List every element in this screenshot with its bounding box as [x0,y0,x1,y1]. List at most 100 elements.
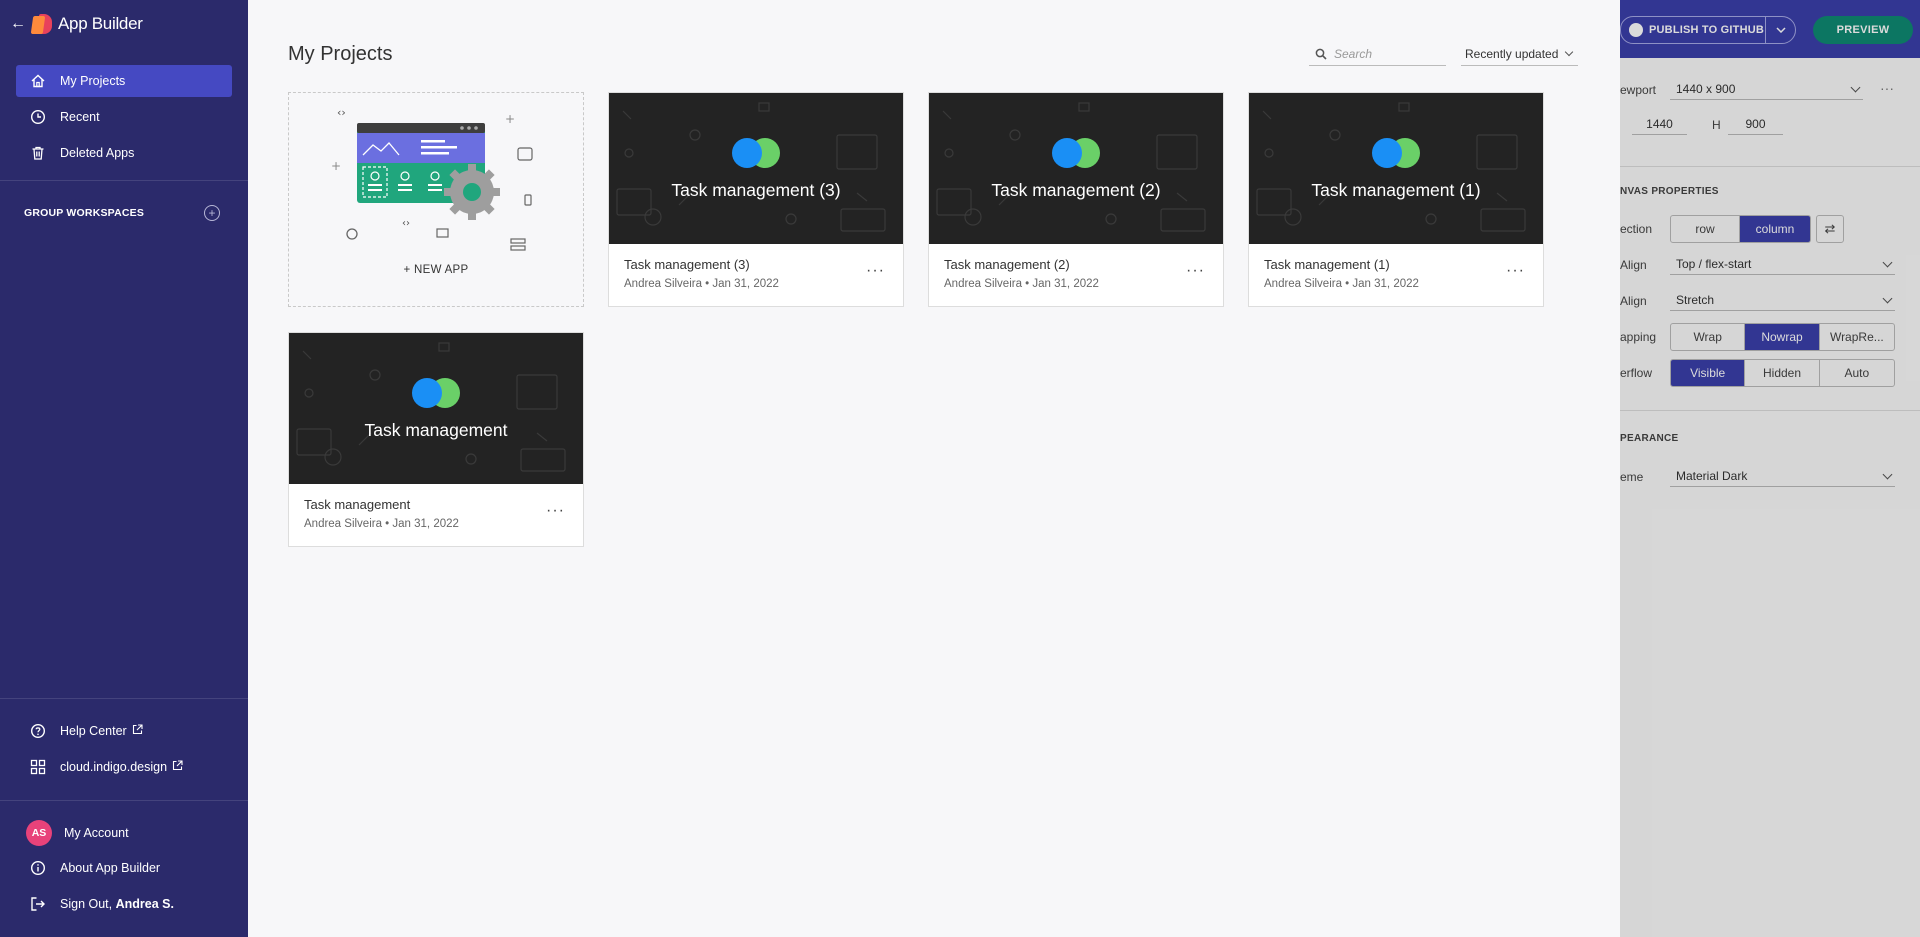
project-card[interactable]: Task management (2) Task management (2) … [928,92,1224,307]
more-options-icon[interactable]: ··· [1186,263,1205,279]
more-options-icon[interactable]: ··· [546,503,565,519]
publish-to-github-button[interactable]: PUBLISH TO GITHUB [1620,16,1796,44]
canvas-properties-title: NVAS PROPERTIES [1620,186,1719,197]
project-card[interactable]: Task management (3) Task management (3) … [608,92,904,307]
github-icon [1629,23,1643,37]
overflow-label: erflow [1620,366,1653,380]
svg-text:‹›: ‹› [402,218,410,229]
sort-select[interactable]: Recently updated [1461,42,1578,66]
height-label: H [1712,118,1721,132]
project-logo [1372,138,1422,168]
direction-toggle: row column [1670,215,1811,243]
brand: ← App Builder [10,12,143,36]
overflow-hidden-option[interactable]: Hidden [1745,360,1820,386]
help-center-label: Help Center [60,724,127,738]
app-title: App Builder [58,14,143,33]
project-card[interactable]: Task management Task management Andrea S… [288,332,584,547]
overflow-toggle: Visible Hidden Auto [1670,359,1895,387]
grid-icon [30,759,46,775]
chevron-down-icon [1564,47,1574,57]
svg-text:+: + [331,159,341,173]
swap-direction-button[interactable]: ⇄ [1816,215,1844,243]
viewport-select[interactable]: 1440 x 900 [1670,78,1863,100]
new-app-card[interactable]: ‹› + + ‹› + NEW APP [288,92,584,307]
project-name: Task management [304,497,411,512]
sign-out-link[interactable]: Sign Out, Andrea S. [16,888,232,920]
direction-column-option[interactable]: column [1740,216,1810,242]
search-placeholder: Search [1334,46,1373,61]
viewport-label: ewport [1620,83,1657,97]
sign-out-label: Sign Out, Andrea S. [60,897,174,911]
align-select-2[interactable]: Stretch [1670,289,1895,311]
thumbnail-title: Task management [364,420,508,440]
nav-my-projects[interactable]: My Projects [16,65,232,97]
new-app-label: + NEW APP [403,264,469,276]
sign-out-icon [30,896,46,912]
project-meta: Andrea Silveira • Jan 31, 2022 [944,278,1099,290]
back-arrow-icon[interactable]: ← [10,15,26,33]
help-icon [30,723,46,739]
group-workspaces-heading: GROUP WORKSPACES [24,207,145,219]
more-options-icon[interactable]: ··· [866,263,885,279]
panel-topbar: PUBLISH TO GITHUB PREVIEW [1620,0,1920,58]
preview-button[interactable]: PREVIEW [1813,16,1913,44]
appearance-title: PEARANCE [1620,433,1679,444]
project-card[interactable]: Task management (1) Task management (1) … [1248,92,1544,307]
info-icon [30,860,46,876]
theme-select[interactable]: Material Dark [1670,465,1895,487]
help-center-link[interactable]: Help Center [16,715,232,747]
cloud-indigo-link[interactable]: cloud.indigo.design [16,751,232,783]
thumbnail-title: Task management (2) [991,180,1161,200]
avatar: AS [26,820,52,846]
thumbnail-pattern [296,342,566,472]
project-name: Task management (3) [624,257,750,272]
thumbnail-title: Task management (1) [1311,180,1481,200]
home-icon [30,73,46,89]
page-title: My Projects [288,43,393,65]
project-thumbnail: Task management [289,333,583,484]
project-logo [1052,138,1102,168]
nav-label: Recent [60,110,100,124]
about-app-builder-link[interactable]: About App Builder [16,852,232,884]
project-meta: Andrea Silveira • Jan 31, 2022 [304,518,459,530]
search-icon [1315,48,1327,60]
nav-label: Deleted Apps [60,146,135,160]
wrapping-label: apping [1620,330,1657,344]
nowrap-option[interactable]: Nowrap [1745,324,1820,350]
nav-label: My Projects [60,74,126,88]
project-logo [412,378,462,408]
project-meta: Andrea Silveira • Jan 31, 2022 [624,278,779,290]
project-thumbnail: Task management (2) [929,93,1223,244]
viewport-more-icon[interactable]: ··· [1880,80,1894,96]
viewport-value: 1440 x 900 [1676,81,1736,96]
more-options-icon[interactable]: ··· [1506,263,1525,279]
height-input[interactable]: 900 [1728,113,1783,135]
thumbnail-pattern [616,102,886,232]
theme-label: eme [1620,470,1644,484]
svg-text:‹›: ‹› [337,106,346,119]
add-workspace-icon[interactable]: + [204,205,220,221]
overflow-visible-option[interactable]: Visible [1671,360,1746,386]
width-input[interactable]: 1440 [1632,113,1687,135]
theme-value: Material Dark [1676,468,1748,483]
publish-options-dropdown[interactable] [1765,17,1795,43]
thumbnail-pattern [936,102,1206,232]
wrap-option[interactable]: Wrap [1671,324,1746,350]
wrap-reverse-option[interactable]: WrapRe... [1820,324,1894,350]
external-link-icon [172,760,183,774]
search-field[interactable]: Search [1309,42,1446,66]
new-app-illustration: ‹› + + ‹› [331,106,533,251]
svg-text:+: + [505,112,515,126]
direction-label: ection [1620,222,1653,236]
nav-recent[interactable]: Recent [16,101,232,133]
direction-row-option[interactable]: row [1671,216,1741,242]
nav-deleted-apps[interactable]: Deleted Apps [16,137,232,169]
my-account-link[interactable]: AS My Account [16,817,232,849]
about-label: About App Builder [60,861,161,875]
overflow-auto-option[interactable]: Auto [1820,360,1894,386]
properties-panel: PUBLISH TO GITHUB PREVIEW ewport 1440 x … [1620,0,1920,937]
publish-label: PUBLISH TO GITHUB [1649,24,1765,36]
main-content: My Projects Search Recently updated ‹› +… [248,0,1620,937]
align-select-1[interactable]: Top / flex-start [1670,253,1895,275]
project-name: Task management (2) [944,257,1070,272]
